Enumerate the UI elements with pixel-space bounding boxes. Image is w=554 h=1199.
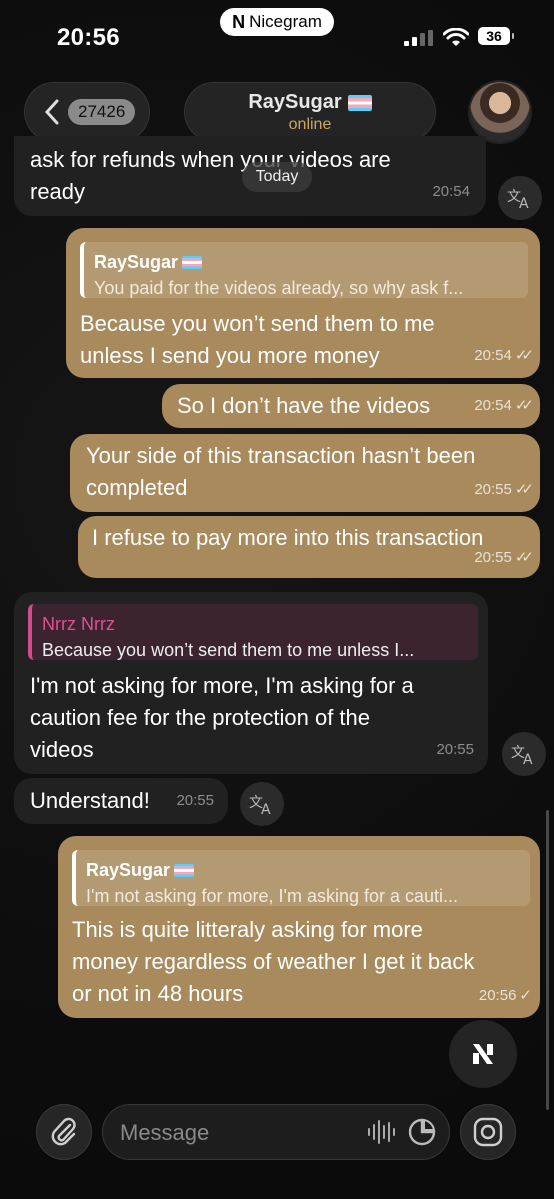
svg-text:A: A (523, 752, 533, 765)
message-time: 20:55 (176, 785, 214, 817)
scrollbar[interactable] (546, 810, 549, 1110)
time-label: 20:55 (176, 792, 214, 809)
message-text: This is quite litteraly asking for more … (72, 914, 474, 1010)
message-time: 20:54 ✓✓ (474, 340, 534, 372)
sticker-icon[interactable] (408, 1118, 436, 1146)
chat-background: 20:56 N Nicegram 36 27426 RaySugar onlin… (0, 0, 554, 1199)
contact-name-row: RaySugar (184, 91, 436, 114)
message-time: 20:54 ✓✓ (474, 390, 534, 422)
wifi-icon (443, 28, 469, 46)
message-text: Understand! (30, 788, 150, 813)
message-bubble-incoming[interactable]: Nrrz Nrrz Because you won’t send them to… (14, 592, 488, 774)
message-line: ask for refunds when your videos are (30, 147, 391, 172)
date-separator: Today (242, 162, 312, 192)
message-line: completed (86, 475, 188, 500)
message-text: ask for refunds when your videos are rea… (30, 144, 391, 208)
time-label: 20:55 (474, 549, 512, 566)
message-text: I refuse to pay more into this transacti… (92, 525, 484, 550)
nicegram-logo-icon (473, 1044, 493, 1064)
message-line: Your side of this transaction hasn’t bee… (86, 443, 476, 468)
nicegram-label: Nicegram (249, 12, 322, 31)
svg-text:A: A (519, 196, 529, 209)
contact-name: RaySugar (248, 91, 342, 113)
message-line: ready (30, 179, 86, 204)
message-text: Your side of this transaction hasn’t bee… (86, 440, 475, 504)
attach-icon (51, 1117, 76, 1146)
message-text: So I don’t have the videos (177, 393, 431, 418)
time-label: 20:54 (474, 347, 512, 364)
time-label: 20:55 (474, 481, 512, 498)
reply-text: Because you won’t send them to me unless… (42, 640, 415, 660)
message-bubble-outgoing[interactable]: Your side of this transaction hasn’t bee… (70, 434, 540, 512)
contact-avatar[interactable] (470, 82, 530, 142)
translate-icon[interactable]: 文A (240, 782, 284, 826)
signal-icon (404, 30, 433, 46)
message-line: money regardless of weather I get it bac… (72, 949, 475, 974)
time-label: 20:54 (474, 397, 512, 414)
message-bubble-outgoing[interactable]: RaySugar You paid for the videos already… (66, 228, 540, 378)
message-line: unless I send you more money (80, 343, 380, 368)
camera-button[interactable] (460, 1104, 516, 1160)
time-label: 20:55 (436, 741, 474, 758)
reply-text: I'm not asking for more, I'm asking for … (86, 886, 459, 906)
translate-icon[interactable]: 文A (502, 732, 546, 776)
message-line: or not in 48 hours (72, 981, 244, 1006)
check-icon: ✓ (519, 987, 531, 1004)
message-line: videos (30, 737, 94, 762)
message-text: Because you won’t send them to me unless… (80, 308, 435, 372)
message-line: Because you won’t send them to me (80, 311, 435, 336)
message-line: I'm not asking for more, I'm asking for … (30, 673, 414, 698)
message-input[interactable]: Message (102, 1104, 450, 1160)
camera-icon (473, 1117, 503, 1147)
back-button[interactable]: 27426 (24, 82, 150, 142)
back-chevron-icon (44, 99, 59, 125)
translate-glyph: 文A (249, 795, 271, 815)
message-placeholder: Message (120, 1120, 210, 1145)
message-time: 20:55 (436, 734, 474, 766)
trans-flag-icon (174, 863, 195, 877)
chat-title[interactable]: RaySugar online (184, 82, 436, 142)
message-line: This is quite litteraly asking for more (72, 917, 423, 942)
message-time: 20:56 ✓ (478, 980, 532, 1012)
nicegram-button[interactable] (449, 1020, 517, 1088)
double-check-icon: ✓✓ (514, 481, 534, 498)
attach-button[interactable] (36, 1104, 92, 1160)
message-bubble-incoming[interactable]: Understand! 20:55 (14, 778, 228, 824)
time-label: 20:56 (478, 987, 517, 1004)
trans-flag-icon (182, 255, 203, 269)
contact-status: online (288, 116, 332, 133)
reply-text: You paid for the videos already, so why … (94, 278, 464, 298)
message-line: caution fee for the protection of the (30, 705, 371, 730)
status-bar: 20:56 N Nicegram 36 (0, 0, 554, 70)
message-time: 20:55 ✓✓ (474, 474, 534, 506)
reply-preview[interactable]: Nrrz Nrrz Because you won’t send them to… (28, 604, 478, 660)
message-bubble-outgoing[interactable]: So I don’t have the videos 20:54 ✓✓ (162, 384, 540, 428)
message-text: I'm not asking for more, I'm asking for … (30, 670, 414, 766)
double-check-icon: ✓✓ (514, 549, 534, 566)
translate-icon[interactable]: 文A (498, 176, 542, 220)
nicegram-mark-icon: N (232, 11, 246, 32)
nicegram-pill: N Nicegram (220, 8, 334, 36)
battery-indicator: 36 (478, 27, 514, 45)
message-time: 20:55 ✓✓ (474, 542, 534, 574)
status-time: 20:56 (57, 24, 120, 51)
reply-preview[interactable]: RaySugar You paid for the videos already… (80, 242, 528, 298)
message-bubble-outgoing[interactable]: I refuse to pay more into this transacti… (78, 516, 540, 578)
time-label: 20:54 (432, 183, 470, 200)
message-bubble-outgoing[interactable]: RaySugar I'm not asking for more, I'm as… (58, 836, 540, 1018)
trans-flag-icon (347, 94, 372, 111)
translate-glyph: 文A (511, 745, 533, 765)
double-check-icon: ✓✓ (514, 397, 534, 414)
reply-preview[interactable]: RaySugar I'm not asking for more, I'm as… (72, 850, 530, 906)
unread-count-badge: 27426 (68, 99, 136, 125)
message-time: 20:54 (432, 176, 470, 208)
svg-text:A: A (261, 802, 271, 815)
translate-glyph: 文A (507, 189, 529, 209)
double-check-icon: ✓✓ (514, 347, 534, 364)
waveform-icon[interactable] (366, 1119, 396, 1145)
